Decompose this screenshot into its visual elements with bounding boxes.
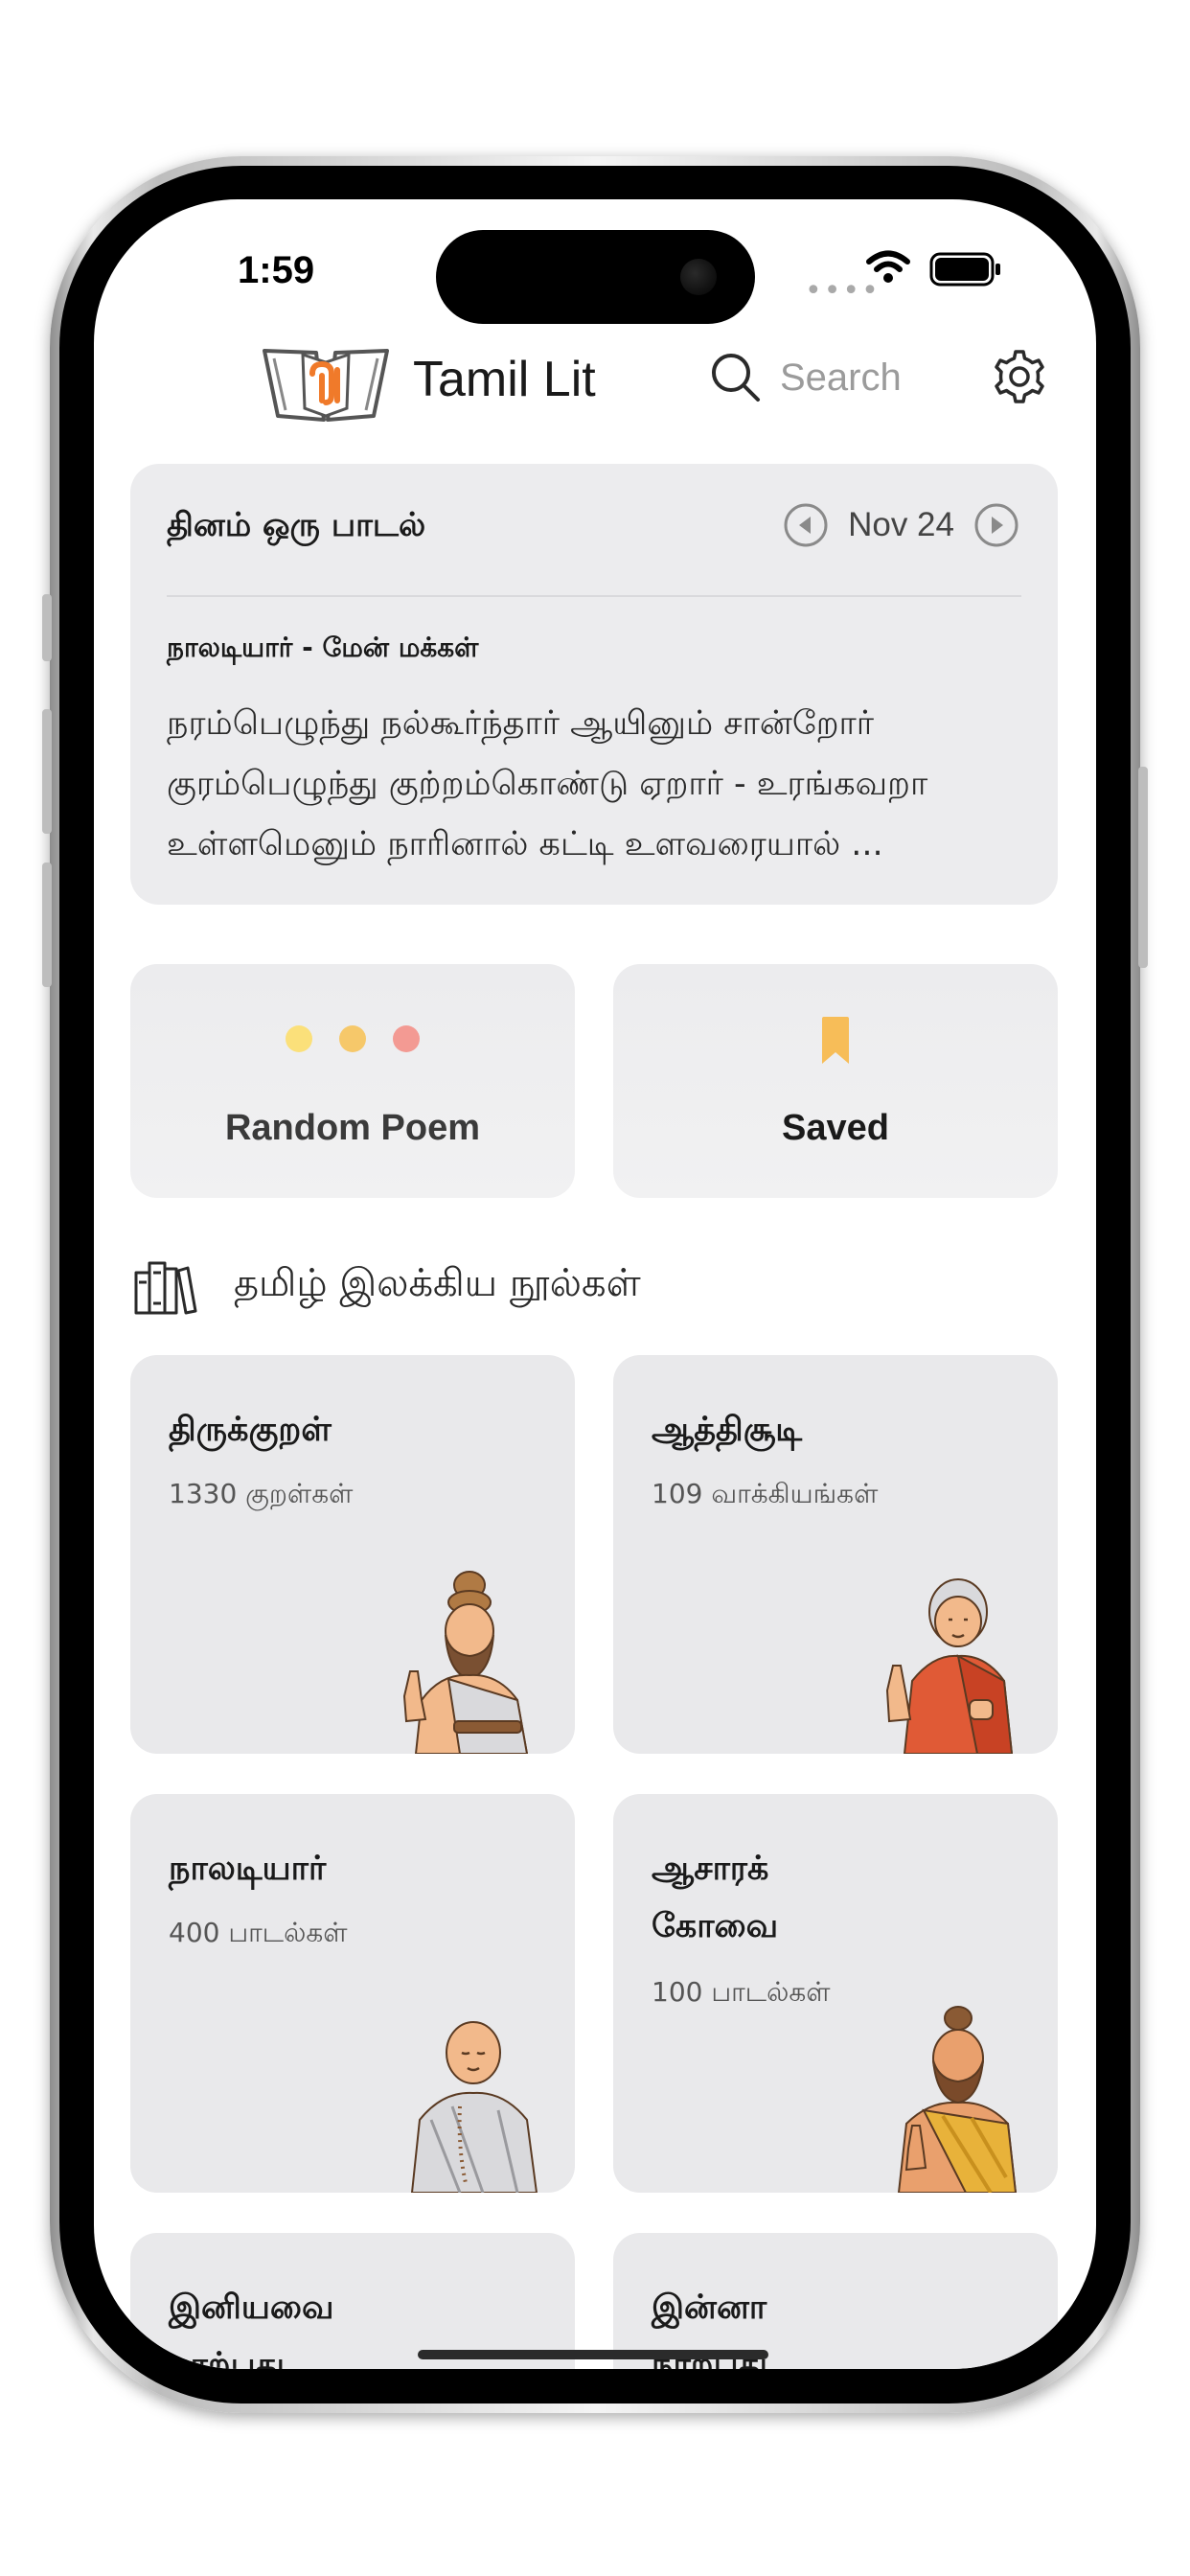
random-poem-label: Random Poem [224,1108,481,1148]
dot [393,1025,420,1052]
battery-icon [929,252,1000,287]
poem-line: நரம்பெழுந்து நல்கூர்ந்தார் ஆயினும் சான்ற… [167,704,875,743]
section-title: தமிழ் இலக்கிய நூல்கள் [234,1261,641,1305]
dot [286,1025,312,1052]
book-title: நாலடியார் [169,1850,327,1888]
book-card-aacharakkovai[interactable]: ஆசாரக் கோவை 100 பாடல்கள் [613,1794,1058,2193]
phone-power-button [1138,767,1148,968]
book-title: ஆத்திசூடி [652,1411,803,1449]
poem-line: உள்ளமெனும் நாரினால் கட்டி உளவரையால் ... [167,825,883,863]
saved-button[interactable]: Saved [613,964,1058,1198]
wifi-icon [866,250,910,283]
poem-source: நாலடியார் - மேன் மக்கள் [167,632,479,663]
poem-text: நரம்பெழுந்து நல்கூர்ந்தார் ஆயினும் சான்ற… [167,694,927,875]
book-count: 109 வாக்கியங்கள் [652,1478,879,1509]
book-title-line: ஆசாரக் [652,1850,769,1888]
search-placeholder[interactable]: Search [780,356,902,400]
thiruvalluvar-illustration [402,1571,529,1754]
sage-illustration [897,2006,1018,2193]
saved-label: Saved [782,1108,889,1148]
phone-volume-up [42,709,52,834]
bookmark-icon [822,1017,849,1064]
divider [167,595,1021,597]
random-poem-button[interactable]: Random Poem [130,964,575,1198]
books-icon [134,1261,197,1315]
book-title: ஆசாரக் கோவை [652,1840,778,1955]
book-card-thirukkural[interactable]: திருக்குறள் 1330 குறள்கள் [130,1355,575,1754]
status-time: 1:59 [238,249,315,291]
book-title: இனியவை நாற்பது [169,2279,334,2369]
book-title-line: கோவை [652,1907,779,1945]
phone-volume-down [42,862,52,987]
dot [339,1025,366,1052]
book-logo-icon [263,349,389,422]
book-card-aathichoodi[interactable]: ஆத்திசூடி 109 வாக்கியங்கள் [613,1355,1058,1754]
next-day-button[interactable] [973,502,1019,548]
search-bar[interactable]: Search [709,349,902,406]
phone-screen: 1:59 •••• Tamil Lit Search தினம் ஒரு பாட… [94,199,1096,2369]
book-title-line: நாற்பது [169,2346,285,2369]
book-title: திருக்குறள் [169,1411,332,1449]
book-title-line: இன்னா [652,2288,767,2327]
dynamic-island [436,230,755,324]
book-card-iniyavai-narpathu[interactable]: இனியவை நாற்பது [130,2233,575,2369]
avvaiyar-illustration [885,1578,1014,1754]
gear-icon[interactable] [991,348,1048,405]
book-title-line: இனியவை [169,2288,334,2327]
phone-action-button [42,594,52,661]
daily-poem-card[interactable]: தினம் ஒரு பாடல் Nov 24 நாலடியார் - மேன் … [130,464,1058,905]
daily-poem-heading: தினம் ஒரு பாடல் [167,506,426,544]
book-count: 400 பாடல்கள் [169,1917,348,1948]
current-date: Nov 24 [848,506,954,543]
random-dots-icon [130,1025,575,1052]
date-navigator: Nov 24 [783,502,1019,548]
camera-icon [680,259,717,295]
app-title: Tamil Lit [413,352,596,407]
book-count: 100 பாடல்கள் [652,1976,831,2008]
previous-day-button[interactable] [783,502,829,548]
search-icon [712,354,760,402]
book-card-innaa-narpathu[interactable]: இன்னா நாற்பது [613,2233,1058,2369]
book-card-naaladiyaar[interactable]: நாலடியார் 400 பாடல்கள் [130,1794,575,2193]
book-count: 1330 குறள்கள் [169,1478,354,1509]
poem-line: குரம்பெழுந்து குற்றம்கொண்டு ஏறார் - உரங்… [167,765,928,803]
monk-illustration [410,2021,538,2193]
home-indicator[interactable] [418,2350,768,2359]
